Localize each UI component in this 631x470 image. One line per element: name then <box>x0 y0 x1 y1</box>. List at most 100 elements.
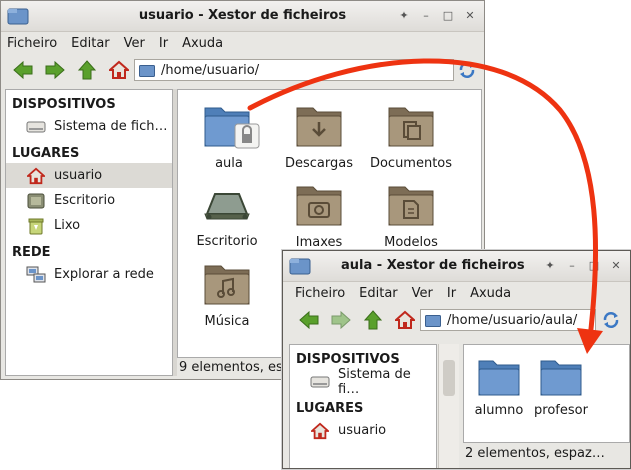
menu-ver[interactable]: Ver <box>124 36 145 51</box>
sidebar-item-escritorio[interactable]: Escritorio <box>6 188 172 213</box>
location-path: /home/usuario/aula/ <box>447 312 578 328</box>
toolbar: /home/usuario/aula/ <box>283 304 630 336</box>
sidebar-item-lixo[interactable]: Lixo <box>6 213 172 238</box>
music-folder-icon <box>204 265 250 305</box>
network-header: REDE <box>12 245 51 260</box>
downloads-folder-icon <box>296 107 342 147</box>
network-icon <box>26 266 46 282</box>
up-arrow-icon <box>78 60 96 80</box>
reload-icon[interactable] <box>602 311 620 329</box>
folder-small-icon <box>139 64 155 77</box>
menu-ir[interactable]: Ir <box>447 286 456 301</box>
home-icon <box>311 422 329 439</box>
location-bar[interactable]: /home/usuario/aula/ <box>420 309 596 331</box>
sidebar-item-label: Explorar a rede <box>54 267 154 282</box>
file-label: aula <box>215 156 243 171</box>
menu-ir[interactable]: Ir <box>159 36 168 51</box>
sidebar-item-label: Sistema de fich… <box>54 119 168 134</box>
side-pane: DISPOSITIVOS Sistema de fi… LUGARES usua… <box>289 344 437 468</box>
forward-button[interactable] <box>329 308 353 332</box>
places-header: LUGARES <box>12 146 80 161</box>
home-icon <box>27 167 45 184</box>
file-item-escritorio[interactable]: Escritorio <box>182 186 272 249</box>
parent-folder-button[interactable] <box>361 308 385 332</box>
minimize-button[interactable]: – <box>564 258 580 274</box>
parent-folder-button[interactable] <box>75 58 99 82</box>
title-bar[interactable]: usuario - Xestor de ficheiros ✦ – □ ✕ <box>1 1 484 32</box>
toolbar: /home/usuario/ <box>1 54 484 86</box>
file-label: Imaxes <box>295 235 343 250</box>
documents-folder-icon <box>388 107 434 147</box>
file-item-imaxes[interactable]: Imaxes <box>274 181 364 250</box>
home-icon <box>395 310 415 329</box>
maximize-button[interactable]: □ <box>586 258 602 274</box>
file-label: Música <box>204 314 250 329</box>
file-item-modelos[interactable]: Modelos <box>366 181 456 250</box>
sidebar-item-label: Lixo <box>54 218 81 233</box>
file-label: Escritorio <box>196 234 258 249</box>
file-label: Modelos <box>384 235 438 250</box>
sidebar-item-filesystem[interactable]: Sistema de fich… <box>6 114 172 139</box>
sidebar-item-label: usuario <box>338 423 387 438</box>
location-path: /home/usuario/ <box>161 62 260 78</box>
pictures-folder-icon <box>296 186 342 226</box>
sidebar-item-usuario[interactable]: usuario <box>6 163 172 188</box>
trash-icon <box>28 218 44 234</box>
file-item-aula[interactable]: aula <box>184 102 274 171</box>
file-item-documentos[interactable]: Documentos <box>366 102 456 171</box>
file-item-profesor[interactable]: profesor <box>516 357 606 418</box>
templates-folder-icon <box>388 186 434 226</box>
file-item-musica[interactable]: Música <box>182 260 272 329</box>
back-button[interactable] <box>297 308 321 332</box>
locked-folder-icon <box>204 107 260 149</box>
devices-header: DISPOSITIVOS <box>12 97 116 112</box>
forward-button[interactable] <box>43 58 67 82</box>
menu-ver[interactable]: Ver <box>412 286 433 301</box>
menu-ficheiro[interactable]: Ficheiro <box>7 36 57 51</box>
sidebar-item-usuario[interactable]: usuario <box>290 418 436 443</box>
file-label: profesor <box>534 403 588 418</box>
sidebar-item-filesystem[interactable]: Sistema de fi… <box>290 367 436 397</box>
home-button[interactable] <box>107 58 131 82</box>
sticky-icon[interactable]: ✦ <box>396 8 412 24</box>
drive-icon <box>310 376 330 387</box>
title-bar[interactable]: aula - Xestor de ficheiros ✦ – □ ✕ <box>283 251 630 282</box>
folder-icon <box>540 360 582 396</box>
menu-ficheiro[interactable]: Ficheiro <box>295 286 345 301</box>
location-bar[interactable]: /home/usuario/ <box>134 59 454 81</box>
sidebar-item-label: Escritorio <box>54 193 116 208</box>
status-bar: 2 elementos, espaz… <box>465 446 605 461</box>
sidebar-item-label: usuario <box>54 168 103 183</box>
file-item-descargas[interactable]: Descargas <box>274 102 364 171</box>
up-arrow-icon <box>364 310 382 330</box>
home-icon <box>109 60 129 79</box>
side-pane: DISPOSITIVOS Sistema de fich… LUGARES us… <box>5 89 173 376</box>
menu-editar[interactable]: Editar <box>359 286 398 301</box>
reload-icon[interactable] <box>458 61 476 79</box>
close-button[interactable]: ✕ <box>462 8 478 24</box>
menu-axuda[interactable]: Axuda <box>182 36 223 51</box>
file-manager-window-aula: aula - Xestor de ficheiros ✦ – □ ✕ Fiche… <box>282 250 631 469</box>
menu-editar[interactable]: Editar <box>71 36 110 51</box>
drive-icon <box>26 121 46 132</box>
folder-small-icon <box>425 314 441 327</box>
maximize-button[interactable]: □ <box>440 8 456 24</box>
close-button[interactable]: ✕ <box>608 258 624 274</box>
sidebar-item-network[interactable]: Explorar a rede <box>6 262 172 287</box>
desktop-icon <box>27 193 45 208</box>
minimize-button[interactable]: – <box>418 8 434 24</box>
forward-arrow-icon <box>45 61 65 79</box>
sticky-icon[interactable]: ✦ <box>542 258 558 274</box>
home-button[interactable] <box>393 308 417 332</box>
file-label: Descargas <box>284 156 353 171</box>
desktop-folder-icon <box>204 193 250 220</box>
back-arrow-icon <box>13 61 33 79</box>
back-button[interactable] <box>11 58 35 82</box>
places-header: LUGARES <box>296 401 364 416</box>
menu-bar: Ficheiro Editar Ver Ir Axuda <box>283 282 630 304</box>
menu-axuda[interactable]: Axuda <box>470 286 511 301</box>
file-view: alumno profesor <box>463 344 630 443</box>
menu-bar: Ficheiro Editar Ver Ir Axuda <box>1 32 484 54</box>
file-label: Documentos <box>369 156 453 171</box>
back-arrow-icon <box>299 311 319 329</box>
